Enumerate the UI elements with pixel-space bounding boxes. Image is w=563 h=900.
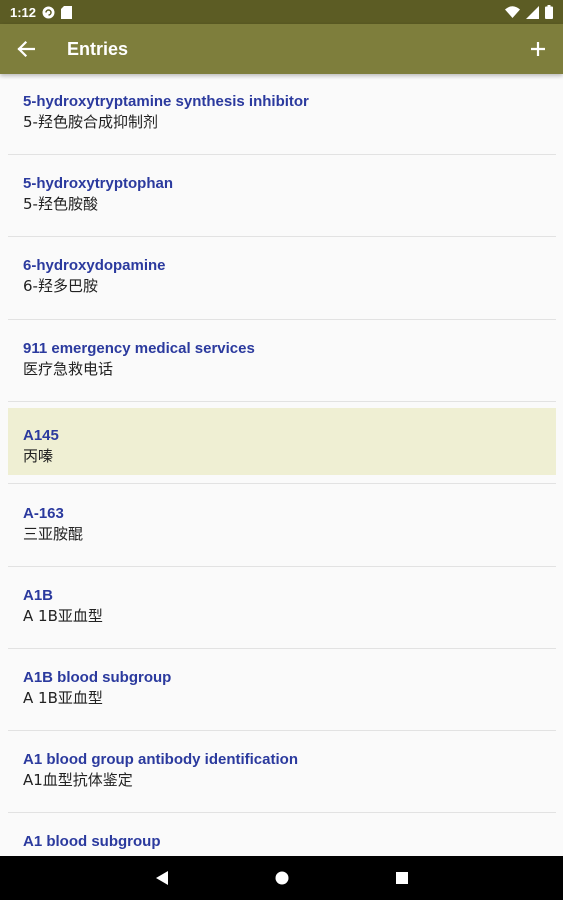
wifi-icon	[505, 6, 520, 18]
add-icon	[531, 42, 545, 56]
list-item[interactable]: A1 blood group antibody identification A…	[8, 732, 556, 799]
nav-recents-button[interactable]	[342, 856, 462, 900]
list-item[interactable]: 5-hydroxytryptophan 5-羟色胺酸	[8, 156, 556, 223]
arrow-back-icon	[17, 40, 35, 58]
entry-translation: A 1B亚血型	[23, 607, 103, 625]
back-triangle-icon	[155, 871, 168, 885]
list-item[interactable]: 5-hydroxytryptamine synthesis inhibitor …	[8, 74, 556, 141]
list-item[interactable]: 6-hydroxydopamine 6-羟多巴胺	[8, 238, 556, 305]
list-item[interactable]: A-163 三亚胺醌	[8, 486, 556, 553]
divider	[8, 566, 556, 567]
entries-list[interactable]: 5-hydroxytryptamine synthesis inhibitor …	[0, 74, 563, 856]
entry-term: A1 blood subgroup	[23, 833, 161, 850]
status-left: 1:12	[10, 4, 73, 20]
sd-card-icon	[61, 5, 73, 19]
nav-home-button[interactable]	[222, 856, 342, 900]
list-item[interactable]: A1B A 1B亚血型	[8, 568, 556, 635]
entry-translation: 5-羟色胺酸	[23, 195, 98, 213]
app-bar: Entries	[0, 24, 563, 74]
status-right	[505, 5, 553, 19]
signal-icon	[526, 5, 539, 19]
divider	[8, 154, 556, 155]
entry-translation: 6-羟多巴胺	[23, 277, 98, 295]
entry-translation: A1血型抗体鉴定	[23, 771, 133, 789]
entry-term: A1B	[23, 587, 54, 604]
list-item[interactable]: A1 blood subgroup	[8, 814, 556, 856]
entry-translation: 5-羟色胺合成抑制剂	[23, 113, 158, 131]
system-nav-bar	[0, 856, 563, 900]
divider	[8, 319, 556, 320]
status-bar: 1:12	[0, 0, 563, 24]
divider	[8, 648, 556, 649]
divider	[8, 483, 556, 484]
recents-square-icon	[395, 872, 408, 884]
add-entry-button[interactable]	[513, 24, 563, 74]
list-item[interactable]: A1B blood subgroup A 1B亚血型	[8, 650, 556, 717]
sync-icon	[42, 6, 55, 19]
divider	[8, 730, 556, 731]
entry-term: A-163	[23, 505, 64, 522]
home-circle-icon	[275, 871, 288, 885]
entry-translation: 三亚胺醌	[23, 525, 84, 543]
status-time: 1:12	[10, 4, 37, 20]
entry-term: A145	[23, 427, 59, 444]
entry-term: 5-hydroxytryptamine synthesis inhibitor	[23, 93, 309, 110]
divider	[8, 236, 556, 237]
list-item-selected[interactable]: A145 丙嗪	[8, 408, 556, 475]
page-title: Entries	[67, 38, 129, 59]
entry-term: A1B blood subgroup	[23, 669, 172, 686]
entry-term: A1 blood group antibody identification	[23, 751, 298, 768]
entry-translation: A 1B亚血型	[23, 689, 103, 707]
nav-back-button[interactable]	[102, 856, 222, 900]
battery-icon	[545, 5, 553, 19]
divider	[8, 812, 556, 813]
entry-translation: 医疗急救电话	[23, 360, 114, 378]
list-item[interactable]: 911 emergency medical services 医疗急救电话	[8, 321, 556, 388]
back-button[interactable]	[0, 24, 52, 74]
entry-term: 6-hydroxydopamine	[23, 257, 166, 274]
divider	[8, 401, 556, 402]
entry-translation: 丙嗪	[23, 447, 54, 465]
entry-term: 911 emergency medical services	[23, 340, 255, 357]
entry-term: 5-hydroxytryptophan	[23, 175, 174, 192]
